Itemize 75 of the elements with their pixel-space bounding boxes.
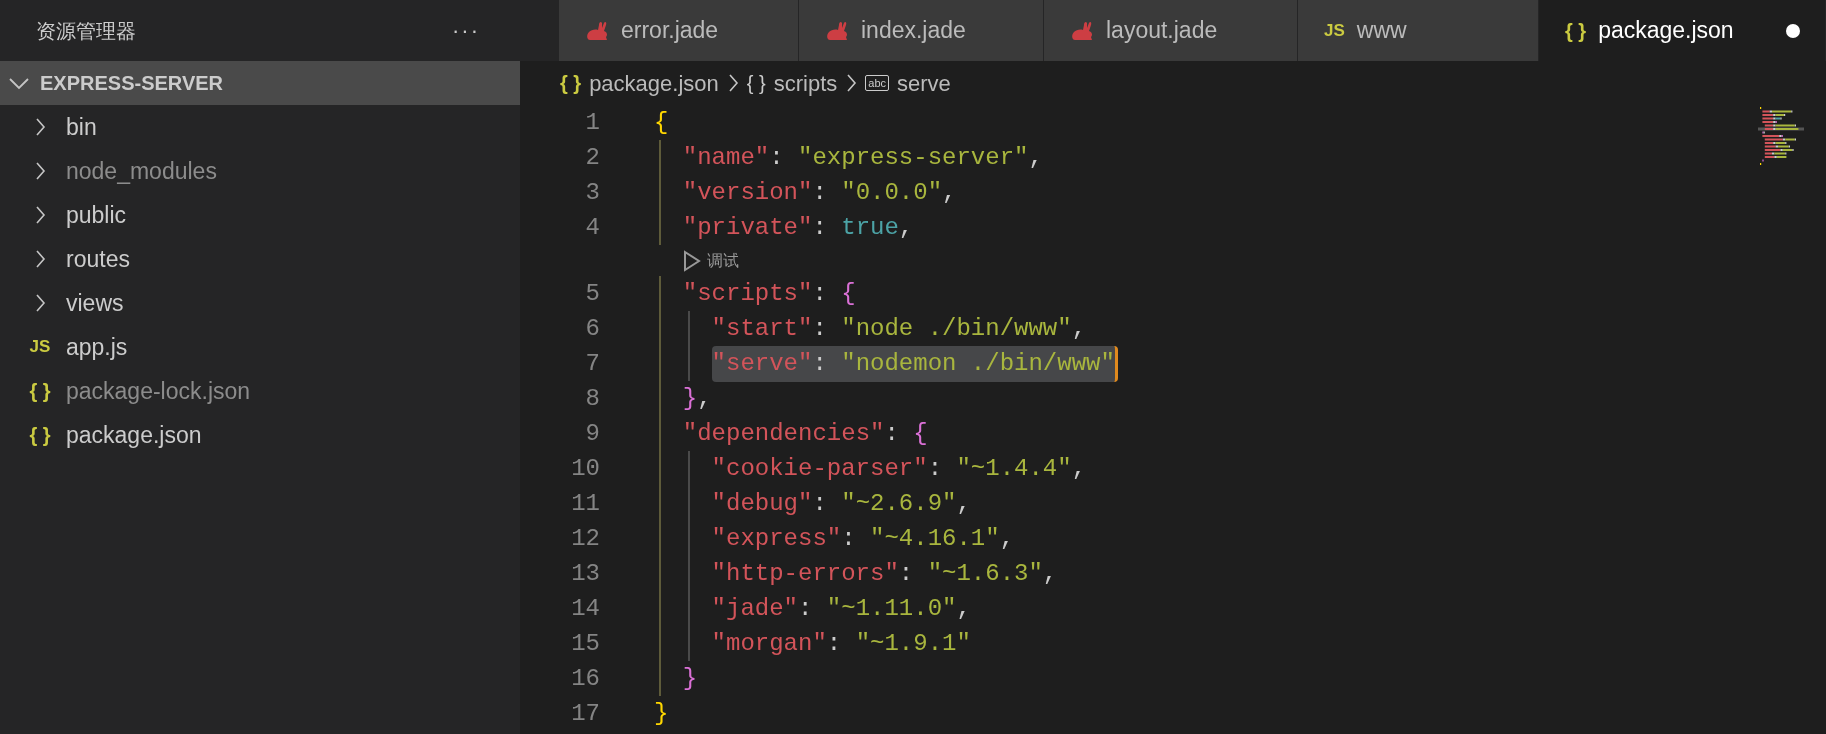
tree-item[interactable]: routes (0, 237, 520, 281)
rabbit-icon (585, 19, 609, 42)
line-number: 15 (570, 628, 600, 659)
js-file-icon: JS (29, 334, 51, 360)
debug-codelens-link[interactable]: 调试 (682, 248, 739, 273)
minimap-drawing (1758, 105, 1804, 167)
tree-item[interactable]: node_modules (0, 149, 520, 193)
chevron-right-icon (34, 205, 46, 225)
js-file-icon: JS (1324, 17, 1345, 44)
braces-icon: { } (746, 68, 766, 98)
tree-item[interactable]: views (0, 281, 520, 325)
line-number: 9 (584, 418, 600, 449)
breadcrumb-item[interactable]: { } scripts (746, 66, 838, 100)
sidebar-title: 资源管理器 (36, 18, 136, 44)
code-line: }, (682, 383, 712, 414)
code-line: "name": "express-server", (682, 142, 1043, 173)
code-line: "version": "0.0.0", (682, 177, 957, 208)
unsaved-dot-icon (1785, 22, 1801, 39)
tree-item[interactable]: { } package-lock.json (0, 369, 520, 413)
code-line: } (682, 663, 698, 694)
code-line: "morgan": "~1.9.1" (711, 628, 971, 659)
breadcrumb-item[interactable]: { } package.json (560, 66, 719, 100)
editor-tab[interactable]: error.jade (559, 0, 799, 61)
line-number: 4 (584, 212, 600, 243)
line-number: 13 (570, 558, 600, 589)
code-line: "debug": "~2.6.9", (711, 488, 971, 519)
line-number: 12 (570, 523, 600, 554)
project-folder-row[interactable]: EXPRESS-SERVER (0, 61, 520, 105)
line-number: 7 (584, 348, 600, 379)
chevron-right-icon (726, 73, 739, 93)
line-number: 11 (570, 488, 600, 519)
line-number: 1 (584, 107, 600, 138)
editor-tab[interactable]: { } package.json (1539, 0, 1826, 61)
line-number: 6 (584, 313, 600, 344)
braces-icon: { } (29, 420, 51, 450)
code-line: "jade": "~1.11.0", (711, 593, 971, 624)
tree-item[interactable]: bin (0, 105, 520, 149)
editor-tab[interactable]: JS www (1298, 0, 1539, 61)
play-icon (682, 249, 701, 272)
code-line: "start": "node ./bin/www", (711, 313, 1087, 344)
code-line: "http-errors": "~1.6.3", (711, 558, 1058, 589)
editor-tab[interactable]: layout.jade (1044, 0, 1298, 61)
line-number: 16 (570, 663, 600, 694)
line-number: 14 (570, 593, 600, 624)
tree-item[interactable]: public (0, 193, 520, 237)
chevron-right-icon (34, 117, 46, 137)
line-number: 10 (570, 453, 600, 484)
chevron-right-icon (34, 249, 46, 269)
braces-icon: { } (560, 68, 582, 98)
rabbit-icon (825, 19, 849, 42)
braces-icon: { } (1565, 15, 1587, 46)
more-actions-button[interactable]: ··· (452, 14, 480, 47)
rabbit-icon (1070, 19, 1094, 42)
code-line: "private": true, (682, 212, 914, 243)
code-line: "express": "~4.16.1", (711, 523, 1015, 554)
code-line: } (654, 698, 669, 729)
line-number: 2 (584, 142, 600, 173)
code-line: "cookie-parser": "~1.4.4", (711, 453, 1087, 484)
tree-item[interactable]: JS app.js (0, 325, 520, 369)
braces-icon: { } (29, 376, 51, 406)
line-number: 17 (570, 698, 600, 729)
project-name: EXPRESS-SERVER (40, 71, 224, 96)
string-symbol-icon: abc (865, 75, 889, 91)
code-line: { (654, 107, 669, 138)
code-line: "dependencies": { (682, 418, 928, 449)
editor-tab[interactable]: index.jade (799, 0, 1044, 61)
line-number: 8 (584, 383, 600, 414)
chevron-right-icon (845, 73, 858, 93)
code-line: "scripts": { (682, 278, 856, 309)
breadcrumb-item[interactable]: abc serve (865, 66, 951, 100)
chevron-right-icon (34, 293, 46, 313)
tree-item[interactable]: { } package.json (0, 413, 520, 457)
chevron-right-icon (34, 161, 46, 181)
line-number: 3 (584, 177, 600, 208)
line-number: 5 (584, 278, 600, 309)
